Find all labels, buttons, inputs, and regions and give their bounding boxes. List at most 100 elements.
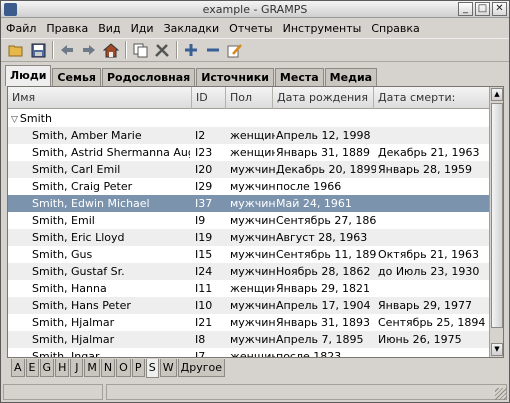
- table-row[interactable]: Smith, Amber Marie I2 женщинаАпрель 12, 19…: [8, 127, 490, 144]
- alpha-tab[interactable]: N: [100, 359, 116, 377]
- group-row[interactable]: ▽ Smith: [8, 110, 490, 127]
- status-progress: [3, 384, 103, 400]
- alpha-tab[interactable]: P: [131, 359, 145, 377]
- cell-death: Июнь 26, 1975: [378, 333, 462, 346]
- cell-death: Январь 28, 1959: [378, 163, 473, 176]
- cell-name: Smith, Ingar: [32, 350, 100, 358]
- back-arrow-icon[interactable]: [56, 39, 78, 61]
- alpha-tab[interactable]: Другое: [177, 359, 226, 377]
- close-button[interactable]: ✕: [492, 2, 507, 16]
- scrollbar-thumb[interactable]: [491, 103, 503, 328]
- cell-sex: женщина: [230, 129, 275, 142]
- menu-help[interactable]: Справка: [366, 22, 424, 35]
- menu-reports[interactable]: Отчеты: [224, 22, 277, 35]
- cell-id: I29: [195, 180, 213, 193]
- alpha-tab[interactable]: E: [25, 359, 39, 377]
- cell-sex: мужчина: [230, 333, 275, 346]
- cell-death: Декабрь 21, 1963: [378, 146, 480, 159]
- cell-id: I9: [195, 214, 206, 227]
- cell-id: I21: [195, 316, 213, 329]
- table-row[interactable]: Smith, Eric Lloyd I19 мужчинаАвгуст 28, 19…: [8, 229, 490, 246]
- cell-sex: мужчина: [230, 265, 275, 278]
- alpha-tab[interactable]: S: [145, 359, 159, 378]
- table-row[interactable]: Smith, Gus I15 мужчинаСентябрь 11, 1897Окт…: [8, 246, 490, 263]
- menu-go[interactable]: Иди: [126, 22, 159, 35]
- cell-name: Smith, Carl Emil: [32, 163, 121, 176]
- cell-id: I20: [195, 163, 213, 176]
- maximize-button[interactable]: □: [475, 2, 490, 16]
- table-row[interactable]: Smith, Craig Peter I29 мужчинапосле 1966: [8, 178, 490, 195]
- home-icon[interactable]: [100, 39, 122, 61]
- table-row[interactable]: Smith, Emil I9 мужчинаСентябрь 27, 1860: [8, 212, 490, 229]
- menu-edit[interactable]: Правка: [41, 22, 93, 35]
- table-row[interactable]: Smith, Gustaf Sr. I24 мужчинаНоябрь 28, 18…: [8, 263, 490, 280]
- cell-id: I7: [195, 350, 206, 358]
- cell-name: Smith, Gus: [32, 248, 93, 261]
- cell-sex: мужчина: [230, 299, 275, 312]
- status-bar: [1, 382, 509, 402]
- cell-death: Октябрь 21, 1963: [378, 248, 480, 261]
- cell-id: I11: [195, 282, 213, 295]
- cell-birth: Сентябрь 11, 1897: [276, 248, 376, 261]
- tools-icon[interactable]: [151, 39, 173, 61]
- toolbar-separator: [52, 41, 53, 59]
- cell-death: до Июль 23, 1930: [378, 265, 480, 278]
- column-header-name[interactable]: Имя: [8, 87, 192, 109]
- table-row[interactable]: Smith, Hjalmar I21 мужчинаЯнварь 31, 1893 С…: [8, 314, 490, 331]
- tab-family[interactable]: Семья: [52, 68, 101, 86]
- vertical-scrollbar[interactable]: ▲ ▼: [489, 87, 503, 357]
- menu-bookmarks[interactable]: Закладки: [159, 22, 225, 35]
- menu-tools[interactable]: Инструменты: [278, 22, 367, 35]
- menu-bar: Файл Правка Вид Иди Закладки Отчеты Инст…: [1, 18, 509, 38]
- column-header-birth[interactable]: Дата рождения: [273, 87, 374, 109]
- cell-id: I19: [195, 231, 213, 244]
- open-folder-icon[interactable]: [5, 39, 27, 61]
- group-label: Smith: [19, 112, 52, 125]
- cell-name: Smith, Eric Lloyd: [32, 231, 125, 244]
- menu-view[interactable]: Вид: [93, 22, 125, 35]
- table-row[interactable]: Smith, Edwin Michael I37 мужчинаМай 24, 19…: [8, 195, 490, 212]
- tab-media[interactable]: Медиа: [324, 68, 378, 86]
- forward-arrow-icon[interactable]: [78, 39, 100, 61]
- alpha-tab[interactable]: A: [11, 359, 25, 377]
- alpha-tab[interactable]: M: [84, 359, 100, 377]
- tab-pedigree[interactable]: Родословная: [101, 68, 196, 86]
- alpha-tab[interactable]: O: [116, 359, 131, 377]
- cell-sex: женщина: [230, 146, 275, 159]
- cell-name: Smith, Astrid Shermanna Augusta: [32, 146, 190, 159]
- people-rows: ▽Smith Smith, Amber MarieI2женщинаАпрель…: [8, 110, 490, 358]
- cell-sex: мужчина: [230, 214, 275, 227]
- cell-id: I15: [195, 248, 213, 261]
- edit-icon[interactable]: [224, 39, 246, 61]
- minimize-button[interactable]: _: [458, 2, 473, 16]
- table-row[interactable]: Smith, Hjalmar I8 мужчинаАпрель 7, 1895 Июн…: [8, 331, 490, 348]
- tab-sources[interactable]: Источники: [196, 68, 274, 86]
- cell-birth: Январь 31, 1893: [276, 316, 371, 329]
- copy-icon[interactable]: [129, 39, 151, 61]
- tab-people[interactable]: Люди: [5, 65, 52, 86]
- alpha-tab[interactable]: G: [39, 359, 55, 377]
- table-row[interactable]: Smith, Hans Peter I10 мужчинаАпрель 17, 19…: [8, 297, 490, 314]
- alpha-tab[interactable]: H: [55, 359, 70, 377]
- column-header-sex[interactable]: Пол: [226, 87, 273, 109]
- table-row[interactable]: Smith, Hanna I11 женщинаЯнварь 29, 1821: [8, 280, 490, 297]
- cell-sex: женщина: [230, 282, 275, 295]
- scroll-down-icon[interactable]: ▼: [491, 343, 503, 356]
- column-header-id[interactable]: ID: [192, 87, 226, 109]
- remove-icon[interactable]: [202, 39, 224, 61]
- table-row[interactable]: Smith, Astrid Shermanna Augusta I23 женщин…: [8, 144, 490, 161]
- alpha-tab[interactable]: J: [70, 359, 84, 377]
- tab-places[interactable]: Места: [274, 68, 324, 86]
- scroll-up-icon[interactable]: ▲: [491, 88, 503, 101]
- column-header-death[interactable]: Дата смерти:: [374, 87, 490, 109]
- table-row[interactable]: Smith, Ingar I7 женщинапосле 1823: [8, 348, 490, 358]
- title-bar[interactable]: example - GRAMPS _ □ ✕: [1, 1, 509, 18]
- alpha-tab[interactable]: W: [159, 359, 177, 377]
- add-icon[interactable]: [180, 39, 202, 61]
- table-row[interactable]: Smith, Carl Emil I20 мужчинаДекабрь 20, 18…: [8, 161, 490, 178]
- cell-name: Smith, Emil: [32, 214, 95, 227]
- save-icon[interactable]: [27, 39, 49, 61]
- cell-death: Сентябрь 25, 1894: [378, 316, 486, 329]
- resize-grip-icon[interactable]: [495, 388, 507, 400]
- menu-file[interactable]: Файл: [1, 22, 41, 35]
